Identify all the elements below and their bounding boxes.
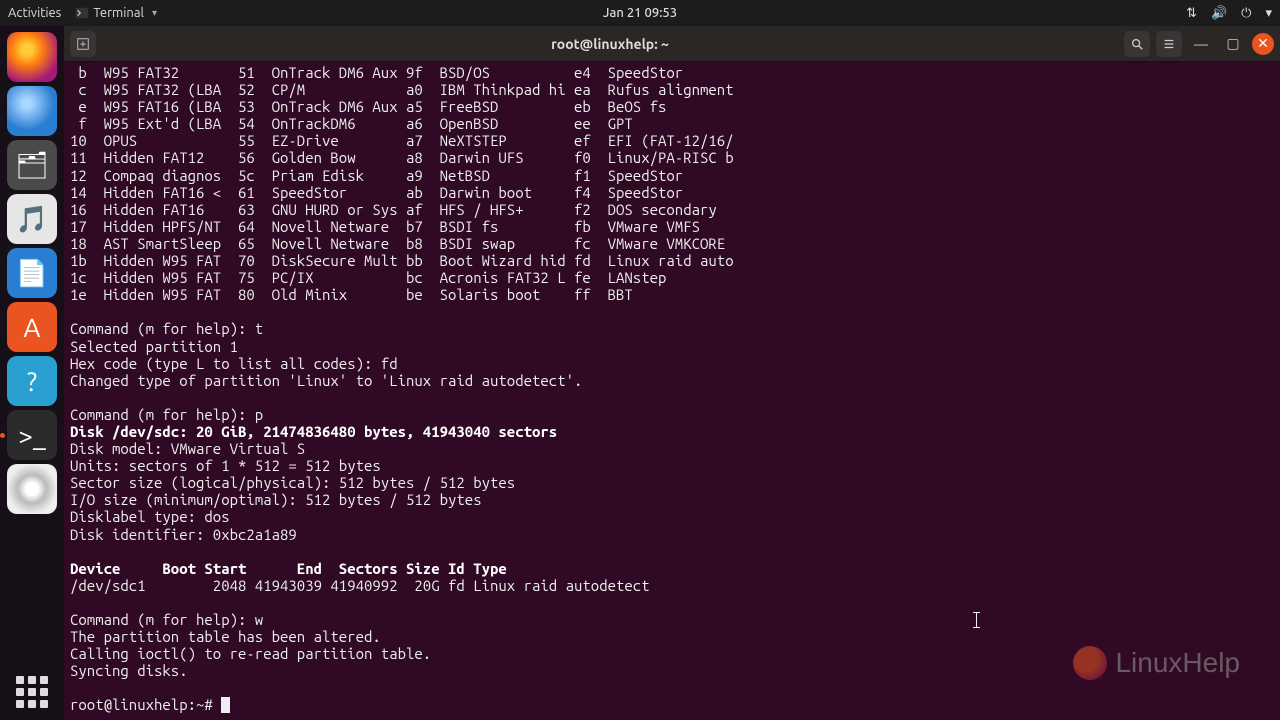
terminal-window: root@linuxhelp: ~ — ▢ ✕ b W95 FAT32 51 O…	[64, 26, 1280, 720]
maximize-button[interactable]: ▢	[1220, 31, 1246, 57]
minimize-button[interactable]: —	[1188, 31, 1214, 57]
hamburger-icon	[1162, 37, 1176, 51]
dock-libreoffice-writer[interactable]: 📄	[7, 248, 57, 298]
dock-ubuntu-software[interactable]: A	[7, 302, 57, 352]
dock-disc[interactable]	[7, 464, 57, 514]
terminal-line: Selected partition 1	[70, 338, 238, 355]
network-icon[interactable]: ⇅	[1186, 6, 1197, 21]
terminal-line: Changed type of partition 'Linux' to 'Li…	[70, 372, 582, 389]
power-icon[interactable]: ⏻	[1241, 6, 1251, 21]
search-icon	[1130, 37, 1144, 51]
terminal-line: The partition table has been altered.	[70, 628, 381, 645]
volume-icon[interactable]: 🔊	[1211, 6, 1227, 21]
terminal-line: Calling ioctl() to re-read partition tab…	[70, 645, 431, 662]
window-titlebar: root@linuxhelp: ~ — ▢ ✕	[64, 26, 1280, 62]
gnome-top-panel: Activities Terminal Jan 21 09:53 ⇅ 🔊 ⏻ ▾	[0, 0, 1280, 26]
terminal-line: I/O size (minimum/optimal): 512 bytes / …	[70, 491, 482, 508]
terminal-line: Disk identifier: 0xbc2a1a89	[70, 526, 297, 543]
app-menu-label: Terminal	[93, 6, 144, 20]
partition-table-row: /dev/sdc1 2048 41943039 41940992 20G fd …	[70, 577, 650, 594]
terminal-output[interactable]: b W95 FAT32 51 OnTrack DM6 Aux 9f BSD/OS…	[64, 62, 1280, 720]
linuxhelp-watermark: LinuxHelp	[1073, 646, 1240, 680]
terminal-icon	[75, 6, 89, 20]
ubuntu-dock: 🗂 🎵 📄 A ? >_	[0, 26, 64, 720]
terminal-line: Sector size (logical/physical): 512 byte…	[70, 474, 515, 491]
terminal-line: Command (m for help): t	[70, 320, 263, 337]
clock[interactable]: Jan 21 09:53	[603, 6, 677, 20]
terminal-line: Hex code (type L to list all codes): fd	[70, 355, 398, 372]
dock-rhythmbox[interactable]: 🎵	[7, 194, 57, 244]
terminal-line: Disk model: VMware Virtual S	[70, 440, 305, 457]
show-applications-button[interactable]	[16, 676, 48, 708]
terminal-line: Command (m for help): w	[70, 611, 263, 628]
shell-prompt: root@linuxhelp:~#	[70, 696, 221, 713]
terminal-line: Units: sectors of 1 * 512 = 512 bytes	[70, 457, 381, 474]
close-button[interactable]: ✕	[1252, 33, 1274, 55]
dock-files[interactable]: 🗂	[7, 140, 57, 190]
activities-button[interactable]: Activities	[8, 6, 61, 20]
partition-type-table: b W95 FAT32 51 OnTrack DM6 Aux 9f BSD/OS…	[70, 64, 734, 303]
dock-firefox[interactable]	[7, 32, 57, 82]
dock-thunderbird[interactable]	[7, 86, 57, 136]
text-insertion-cursor	[976, 612, 977, 628]
window-title: root@linuxhelp: ~	[102, 36, 1118, 52]
hamburger-menu-button[interactable]	[1156, 31, 1182, 57]
search-button[interactable]	[1124, 31, 1150, 57]
terminal-line: Command (m for help): p	[70, 406, 263, 423]
terminal-line: Disklabel type: dos	[70, 508, 230, 525]
partition-table-header: Device Boot Start End Sectors Size Id Ty…	[70, 560, 507, 577]
dock-help[interactable]: ?	[7, 356, 57, 406]
terminal-line: Syncing disks.	[70, 662, 188, 679]
system-status-area[interactable]: ⇅ 🔊 ⏻ ▾	[1186, 6, 1272, 21]
terminal-line: Disk /dev/sdc: 20 GiB, 21474836480 bytes…	[70, 423, 557, 440]
app-menu[interactable]: Terminal	[75, 6, 157, 20]
terminal-cursor	[221, 697, 230, 713]
flame-icon	[1073, 646, 1107, 680]
new-tab-button[interactable]	[70, 31, 96, 57]
dock-terminal[interactable]: >_	[7, 410, 57, 460]
chevron-down-icon[interactable]: ▾	[1265, 6, 1272, 21]
